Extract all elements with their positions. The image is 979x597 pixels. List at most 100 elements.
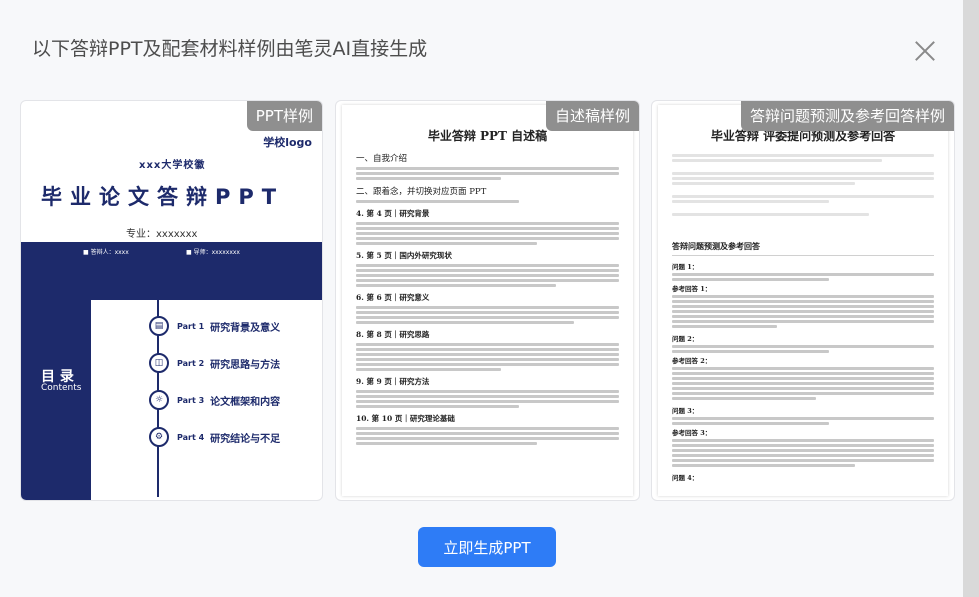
text-line bbox=[672, 459, 934, 462]
toc-part: Part 2 bbox=[177, 358, 205, 368]
qa-question: 问题 3： bbox=[672, 407, 699, 415]
text-line bbox=[672, 295, 934, 298]
text-line bbox=[356, 269, 619, 272]
text-line bbox=[672, 422, 830, 425]
speech-heading: 一、自我介绍 bbox=[356, 154, 408, 164]
qa-answer-label: 参考回答 3： bbox=[672, 429, 712, 437]
qa-question: 问题 4： bbox=[672, 474, 699, 482]
text-line bbox=[672, 387, 934, 390]
text-line bbox=[356, 242, 538, 245]
text-line bbox=[356, 232, 619, 235]
toc-part: Part 1 bbox=[177, 321, 205, 331]
sample-dialog: 以下答辩PPT及配套材料样例由笔灵AI直接生成 PPT样例 学校logo xxx… bbox=[0, 0, 963, 597]
text-line bbox=[356, 432, 619, 435]
text-line bbox=[356, 306, 619, 309]
flowchart-icon: ◫ bbox=[149, 353, 169, 373]
text-line bbox=[672, 444, 934, 447]
speech-sample-card[interactable]: 自述稿样例 毕业答辩 PPT 自述稿 一、自我介绍 二、跟着念，并切换对应页面 P… bbox=[335, 100, 640, 501]
text-line bbox=[672, 439, 934, 442]
text-line bbox=[356, 200, 520, 203]
speech-heading: 4. 第 4 页｜研究背景 bbox=[356, 209, 430, 218]
card-badge: PPT样例 bbox=[246, 101, 322, 131]
toc-part: Part 3 bbox=[177, 395, 205, 405]
text-line bbox=[356, 316, 619, 319]
qa-answer-label: 参考回答 2： bbox=[672, 357, 712, 365]
speech-heading: 6. 第 6 页｜研究意义 bbox=[356, 293, 430, 302]
text-line bbox=[672, 464, 856, 467]
close-icon[interactable] bbox=[908, 34, 942, 68]
advisor-label: ■ 导师：xxxxxxxx bbox=[186, 249, 240, 256]
text-line bbox=[672, 397, 817, 400]
text-line bbox=[672, 382, 934, 385]
text-line bbox=[356, 427, 619, 430]
text-line bbox=[356, 442, 538, 445]
text-line bbox=[356, 395, 619, 398]
toc-item: ⚙ Part 4 研究结论与不足 bbox=[149, 426, 280, 448]
slide-major: 专业：xxxxxxx bbox=[126, 229, 198, 240]
text-line bbox=[356, 348, 619, 351]
school-name: xxx大学校徽 bbox=[139, 160, 206, 171]
speech-heading: 二、跟着念，并切换对应页面 PPT bbox=[356, 187, 487, 197]
speech-heading: 9. 第 9 页｜研究方法 bbox=[356, 377, 430, 386]
qa-sample-card[interactable]: 答辩问题预测及参考回答样例 毕业答辩 评委提问预测及参考回答 答辩问题预测及参考… bbox=[651, 100, 955, 501]
text-line bbox=[672, 367, 934, 370]
text-line bbox=[672, 392, 934, 395]
slide-info-band bbox=[21, 242, 322, 300]
scrollbar[interactable] bbox=[963, 0, 979, 597]
text-line bbox=[356, 284, 556, 287]
text-line bbox=[672, 300, 934, 303]
text-line bbox=[672, 315, 934, 318]
qa-section-title: 答辩问题预测及参考回答 bbox=[672, 241, 760, 251]
text-line bbox=[356, 390, 619, 393]
text-line bbox=[356, 321, 575, 324]
text-line bbox=[672, 273, 934, 276]
text-line bbox=[356, 222, 619, 225]
school-logo: 学校logo bbox=[263, 136, 312, 149]
toc-subtitle: Contents bbox=[41, 383, 82, 393]
speech-heading: 10. 第 10 页｜研究理论基础 bbox=[356, 414, 455, 423]
text-line bbox=[356, 358, 619, 361]
text-line bbox=[672, 345, 934, 348]
text-line bbox=[356, 167, 619, 170]
ppt-sample-card[interactable]: PPT样例 学校logo xxx大学校徽 毕业论文答辩PPT 专业：xxxxxx… bbox=[20, 100, 323, 501]
dialog-title: 以下答辩PPT及配套材料样例由笔灵AI直接生成 bbox=[32, 38, 428, 60]
text-line bbox=[672, 320, 934, 323]
text-line bbox=[356, 405, 520, 408]
text-line bbox=[356, 343, 619, 346]
text-line bbox=[672, 310, 934, 313]
toc-item: ☼ Part 3 论文框架和内容 bbox=[149, 389, 280, 411]
speech-heading: 8. 第 8 页｜研究思路 bbox=[356, 330, 430, 339]
toc-sidebar bbox=[21, 297, 91, 500]
toc-label: 研究思路与方法 bbox=[210, 359, 281, 371]
text-line bbox=[356, 353, 619, 356]
presenter-label: ■ 答辩人：xxxx bbox=[83, 249, 129, 256]
toc-item: ▤ Part 1 研究背景及意义 bbox=[149, 315, 280, 337]
text-line bbox=[672, 278, 830, 281]
text-line bbox=[356, 311, 619, 314]
speech-heading: 5. 第 5 页｜国内外研究现状 bbox=[356, 251, 452, 260]
text-line bbox=[356, 363, 619, 366]
text-line bbox=[356, 274, 619, 277]
text-line bbox=[356, 400, 619, 403]
text-line bbox=[356, 264, 619, 267]
text-line bbox=[672, 305, 934, 308]
text-line bbox=[356, 172, 619, 175]
text-line bbox=[672, 377, 934, 380]
generate-ppt-button[interactable]: 立即生成PPT bbox=[418, 527, 556, 567]
qa-question: 问题 2： bbox=[672, 335, 699, 343]
qa-question: 问题 1： bbox=[672, 263, 699, 271]
gears-icon: ⚙ bbox=[149, 427, 169, 447]
toc-label: 论文框架和内容 bbox=[210, 396, 281, 408]
speech-document-preview: 毕业答辩 PPT 自述稿 一、自我介绍 二、跟着念，并切换对应页面 PPT 4. 第… bbox=[342, 105, 633, 496]
text-line bbox=[356, 177, 501, 180]
qa-answer-label: 参考回答 1： bbox=[672, 285, 712, 293]
qa-document-preview: 毕业答辩 评委提问预测及参考回答 答辩问题预测及参考回答 问题 1： 参考回答 1… bbox=[658, 105, 948, 496]
toc-label: 研究结论与不足 bbox=[210, 433, 281, 445]
text-line bbox=[672, 372, 934, 375]
text-line bbox=[672, 350, 830, 353]
toc-part: Part 4 bbox=[177, 432, 205, 442]
text-line bbox=[356, 227, 619, 230]
text-line bbox=[356, 237, 619, 240]
text-line bbox=[672, 449, 934, 452]
toc-label: 研究背景及意义 bbox=[210, 322, 281, 334]
